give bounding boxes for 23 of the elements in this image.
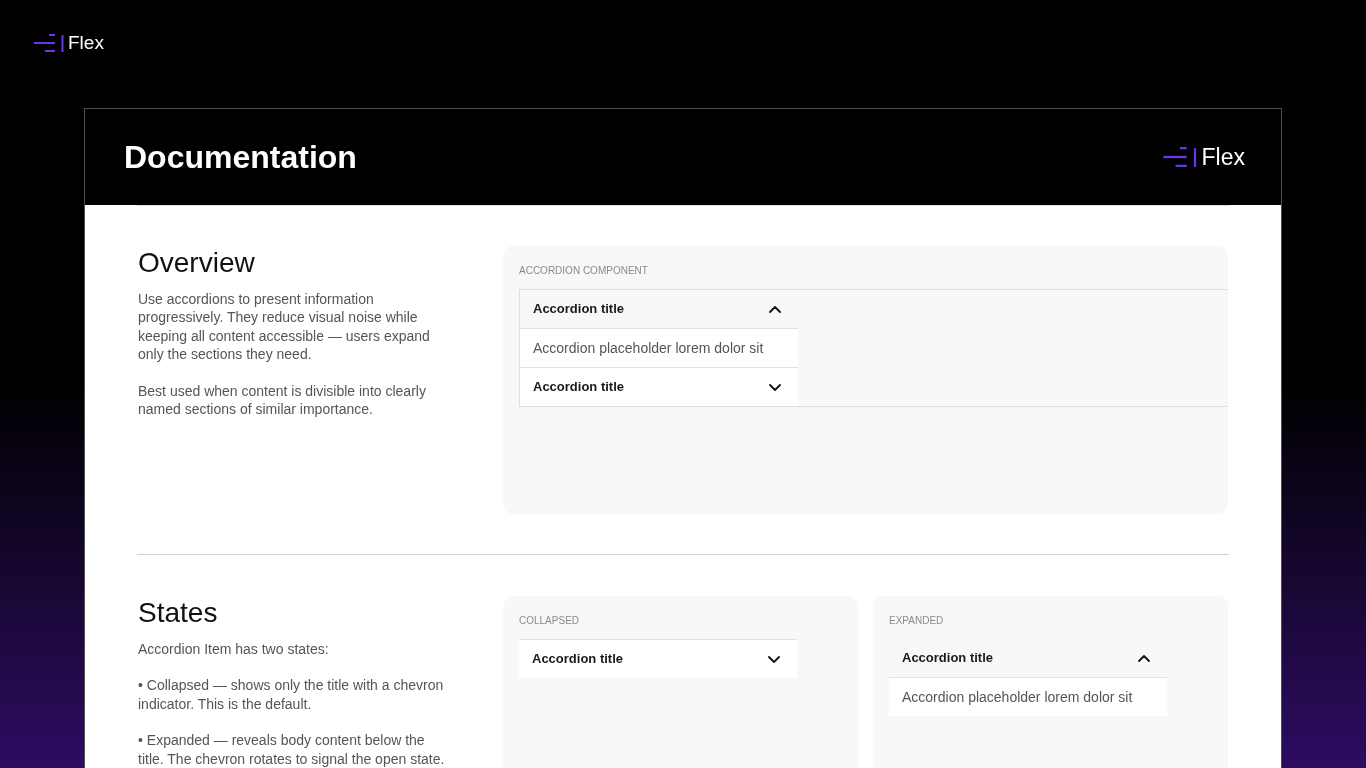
accordion-header[interactable]: Accordion title [520, 367, 798, 406]
demo-label: EXPANDED [888, 615, 945, 627]
chevron-up-icon [769, 305, 781, 313]
chevron-down-icon [769, 383, 781, 391]
chevron-down-icon [768, 655, 780, 663]
section-paragraph: Accordion Item has two states: [138, 640, 330, 659]
section-heading: Overview [138, 246, 256, 279]
section-paragraph: • Expanded — reveals body content below the title. The chevron rotates to signal the open state. [138, 731, 446, 768]
page-title: Documentation [124, 138, 357, 176]
logo-icon [1162, 147, 1197, 167]
accordion-body: Accordion placeholder lorem dolor sit [520, 329, 798, 367]
logo-text: Flex [68, 32, 104, 53]
accordion-header[interactable]: Accordion title [519, 639, 797, 678]
demo-label: COLLAPSED [518, 615, 581, 627]
logo-icon [34, 33, 64, 52]
logo-text: Flex [1201, 145, 1245, 169]
section-heading: States [138, 596, 219, 629]
chevron-up-icon [1138, 654, 1150, 662]
section-paragraph: Use accordions to present information progressively. They reduce visual noise while keeping all content accessible — users expand only the sections they need. [138, 290, 431, 364]
section-paragraph: Best used when content is divisible into clearly named sections of similar importance. [138, 381, 427, 419]
accordion-body: Accordion placeholder lorem dolor sit [889, 678, 1167, 716]
section-paragraph: • Collapsed — shows only the title with a chevron indicator. This is the default. [138, 676, 445, 714]
demo-label: ACCORDION COMPONENT [518, 265, 649, 277]
